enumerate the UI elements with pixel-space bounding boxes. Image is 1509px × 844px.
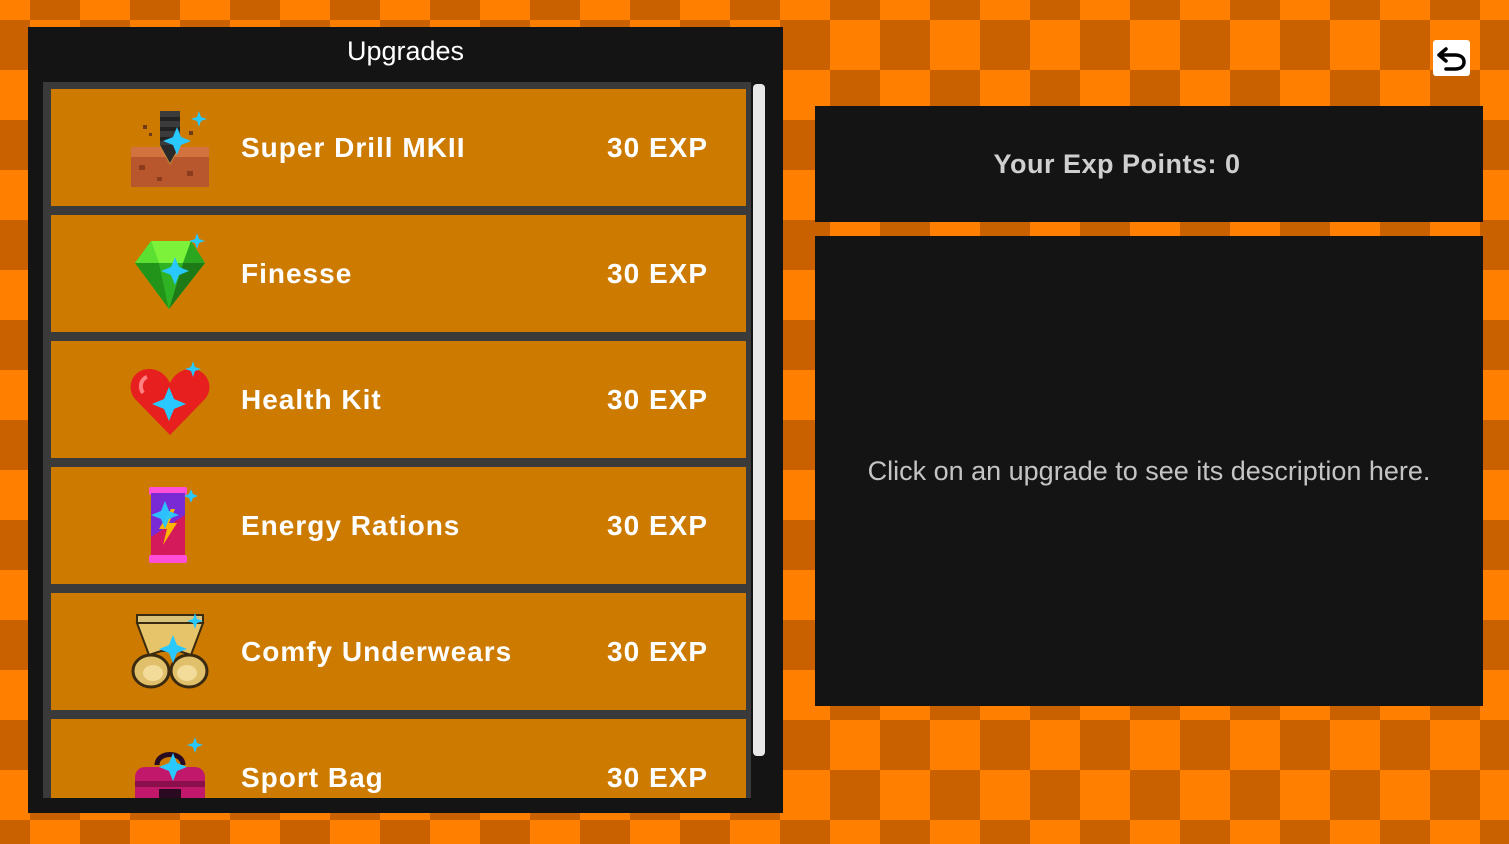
heart-icon [129,359,211,441]
drill-icon [129,107,211,189]
upgrade-name: Super Drill MKII [241,132,466,163]
description-text: Click on an upgrade to see its descripti… [867,456,1431,486]
upgrades-panel: Upgrades Super Drill MKII 30 EXP Finesse… [28,27,783,813]
upgrade-item-energy-rations[interactable]: Energy Rations 30 EXP [51,467,746,584]
upgrade-name: Health Kit [241,384,382,415]
panel-title: Upgrades [346,36,465,66]
gem-icon [129,233,211,315]
scrollbar[interactable] [751,82,767,798]
upgrade-cost: 30 EXP [607,636,708,667]
upgrade-item-super-drill[interactable]: Super Drill MKII 30 EXP [51,89,746,206]
upgrade-name: Sport Bag [241,762,384,793]
scrollbar-thumb[interactable] [753,84,765,756]
sport-bag-icon [129,737,211,798]
underwear-icon [129,611,211,693]
description-panel: Click on an upgrade to see its descripti… [815,236,1483,706]
upgrade-cost: 30 EXP [607,510,708,541]
upgrade-name: Comfy Underwears [241,636,513,667]
exp-points-label: Your Exp Points: 0 [993,149,1241,179]
upgrade-name: Finesse [241,258,353,289]
upgrade-item-sport-bag[interactable]: Sport Bag 30 EXP [51,719,746,798]
upgrade-cost: 30 EXP [607,384,708,415]
upgrade-cost: 30 EXP [607,132,708,163]
undo-arrow-icon [1437,47,1466,71]
exp-panel: Your Exp Points: 0 [815,106,1483,222]
upgrade-cost: 30 EXP [607,258,708,289]
energy-bar-icon [129,485,211,567]
upgrade-item-finesse[interactable]: Finesse 30 EXP [51,215,746,332]
upgrades-list[interactable]: Super Drill MKII 30 EXP Finesse 30 EXP H… [43,82,751,798]
upgrade-item-health-kit[interactable]: Health Kit 30 EXP [51,341,746,458]
upgrade-cost: 30 EXP [607,762,708,793]
back-button[interactable] [1433,40,1470,76]
upgrade-name: Energy Rations [241,510,461,541]
upgrade-item-comfy-underwears[interactable]: Comfy Underwears 30 EXP [51,593,746,710]
